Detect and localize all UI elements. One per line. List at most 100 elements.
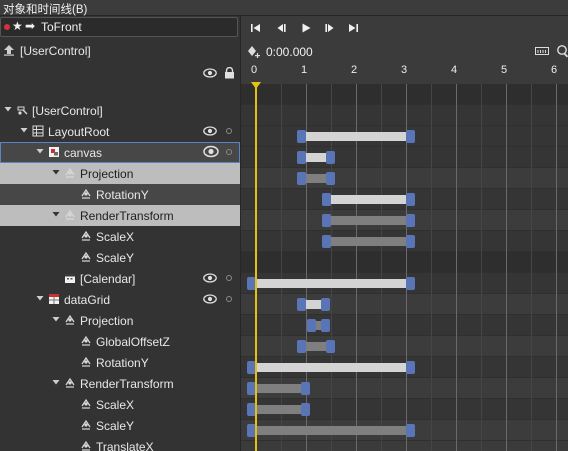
keyframe-end[interactable] xyxy=(406,277,415,290)
lock-toggle[interactable] xyxy=(226,275,232,281)
lock-icon[interactable] xyxy=(224,67,235,79)
keyframe-end[interactable] xyxy=(301,382,310,395)
keyframe-bar[interactable] xyxy=(307,319,330,332)
timeline-lane[interactable] xyxy=(241,168,568,189)
time-ruler[interactable]: 0 1 2 3 4 5 6 xyxy=(241,64,568,84)
eye-icon[interactable] xyxy=(203,145,219,158)
tree-row[interactable]: canvas xyxy=(0,142,240,163)
keyframe-end[interactable] xyxy=(406,235,415,248)
keyframe-bar[interactable] xyxy=(297,130,415,143)
play-icon[interactable] xyxy=(299,21,313,35)
keyframe-end[interactable] xyxy=(301,403,310,416)
keyframe-start[interactable] xyxy=(297,151,306,164)
keyframe-start[interactable] xyxy=(322,214,331,227)
keyframe-bar[interactable] xyxy=(322,193,415,206)
tree-row[interactable]: ScaleY xyxy=(0,247,240,268)
lock-toggle[interactable] xyxy=(226,128,232,134)
tree-row[interactable]: Projection xyxy=(0,163,240,184)
eye-icon[interactable] xyxy=(203,294,217,304)
keyframe-end[interactable] xyxy=(406,424,415,437)
keyframe-bar[interactable] xyxy=(247,424,415,437)
keyframe-bar[interactable] xyxy=(247,277,415,290)
zoom-icon[interactable] xyxy=(556,44,568,58)
keyframe-bar[interactable] xyxy=(322,235,415,248)
tree-row[interactable]: ScaleX xyxy=(0,394,240,415)
tree-row[interactable]: RotationY xyxy=(0,352,240,373)
keyframe-span[interactable] xyxy=(331,216,406,225)
eye-icon[interactable] xyxy=(203,126,217,136)
scope-up-icon[interactable] xyxy=(3,44,15,56)
keyframe-span[interactable] xyxy=(256,279,406,288)
tree-row[interactable]: Projection xyxy=(0,310,240,331)
eye-icon[interactable] xyxy=(203,68,217,78)
keyframe-span[interactable] xyxy=(306,132,406,141)
keyframe-end[interactable] xyxy=(326,172,335,185)
keyframe-start[interactable] xyxy=(297,172,306,185)
keyframe-bar[interactable] xyxy=(297,340,335,353)
previous-frame-icon[interactable] xyxy=(274,21,288,35)
expand-arrow-icon[interactable] xyxy=(36,147,44,155)
keyframe-span[interactable] xyxy=(306,153,326,162)
tree-row[interactable]: ScaleX xyxy=(0,226,240,247)
playhead-line[interactable] xyxy=(255,84,257,451)
keyframe-start[interactable] xyxy=(297,130,306,143)
keyframe-start[interactable] xyxy=(322,193,331,206)
timeline-grid[interactable] xyxy=(241,84,568,451)
keyframe-start[interactable] xyxy=(297,298,306,311)
keyframe-span[interactable] xyxy=(331,237,406,246)
scope-row[interactable]: [UserControl] xyxy=(0,40,240,64)
expand-arrow-icon[interactable] xyxy=(52,378,60,386)
keyframe-end[interactable] xyxy=(406,193,415,206)
star-icon[interactable]: ★ xyxy=(12,19,23,33)
keyframe-start[interactable] xyxy=(307,319,316,332)
lock-toggle[interactable] xyxy=(226,149,232,155)
keyframe-end[interactable] xyxy=(406,130,415,143)
keyframe-span[interactable] xyxy=(331,195,406,204)
tree-row[interactable]: LayoutRoot xyxy=(0,121,240,142)
last-frame-icon[interactable] xyxy=(346,21,360,35)
timeline-lane[interactable] xyxy=(241,252,568,273)
tree-row[interactable]: ScaleY xyxy=(0,415,240,436)
keyframe-end[interactable] xyxy=(321,298,330,311)
timeline-lane[interactable] xyxy=(241,105,568,126)
keyframe-span[interactable] xyxy=(306,342,326,351)
keyframe-start[interactable] xyxy=(322,235,331,248)
keyframe-span[interactable] xyxy=(256,405,301,414)
keyframe-end[interactable] xyxy=(326,340,335,353)
expand-arrow-icon[interactable] xyxy=(4,105,12,113)
tree-row[interactable]: [UserControl] xyxy=(0,100,240,121)
timeline-lane[interactable] xyxy=(241,315,568,336)
current-time[interactable]: 0:00.000 xyxy=(266,45,313,59)
timeline-lane[interactable] xyxy=(241,147,568,168)
tree-row[interactable]: RenderTransform xyxy=(0,205,240,226)
lock-toggle[interactable] xyxy=(226,296,232,302)
keyframe-end[interactable] xyxy=(406,214,415,227)
expand-arrow-icon[interactable] xyxy=(52,168,60,176)
tree-row[interactable]: TranslateX xyxy=(0,436,240,451)
timeline-lane[interactable] xyxy=(241,336,568,357)
expand-arrow-icon[interactable] xyxy=(36,294,44,302)
tree-row[interactable]: GlobalOffsetZ xyxy=(0,331,240,352)
keyframe-end[interactable] xyxy=(321,319,330,332)
expand-arrow-icon[interactable] xyxy=(20,126,28,134)
keyframe-span[interactable] xyxy=(256,426,406,435)
keyframe-start[interactable] xyxy=(297,340,306,353)
first-frame-icon[interactable] xyxy=(249,21,263,35)
tree-row[interactable]: RenderTransform xyxy=(0,373,240,394)
timeline-lane[interactable] xyxy=(241,294,568,315)
tree-row[interactable]: [Calendar] xyxy=(0,268,240,289)
keyframe-bar[interactable] xyxy=(297,172,335,185)
keyframe-end[interactable] xyxy=(406,361,415,374)
timeline-lane[interactable] xyxy=(241,84,568,105)
arrow-right-icon[interactable]: ➡ xyxy=(25,19,35,33)
keyframe-bar[interactable] xyxy=(322,214,415,227)
tree-row[interactable]: RotationY xyxy=(0,184,240,205)
expand-arrow-icon[interactable] xyxy=(52,210,60,218)
keyframe-span[interactable] xyxy=(256,363,406,372)
expand-arrow-icon[interactable] xyxy=(52,315,60,323)
keyframe-span[interactable] xyxy=(306,174,326,183)
keyframe-bar[interactable] xyxy=(297,151,335,164)
record-keyframe-icon[interactable] xyxy=(247,45,261,59)
next-frame-icon[interactable] xyxy=(323,21,337,35)
keyframe-bar[interactable] xyxy=(297,298,330,311)
